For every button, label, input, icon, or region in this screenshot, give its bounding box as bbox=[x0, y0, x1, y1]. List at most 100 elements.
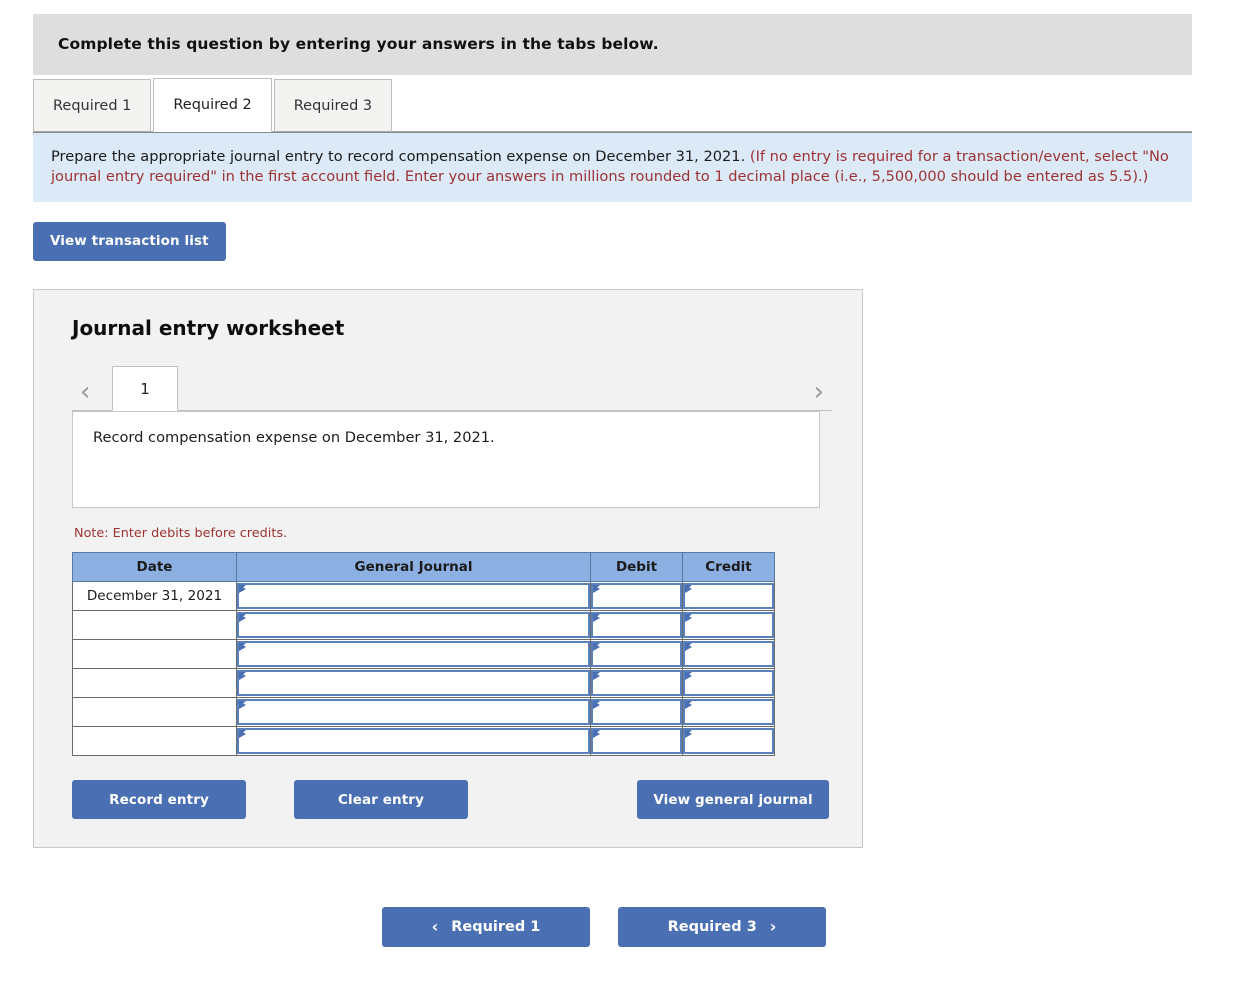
prev-required-button[interactable]: ‹ Required 1 bbox=[382, 907, 590, 947]
cell-credit[interactable] bbox=[682, 697, 775, 727]
cell-general-journal[interactable] bbox=[236, 581, 591, 611]
chevron-right-icon[interactable]: › bbox=[814, 379, 824, 405]
dropdown-marker-icon bbox=[593, 701, 600, 713]
transaction-list-row: View transaction list bbox=[33, 222, 1192, 261]
view-transaction-list-button[interactable]: View transaction list bbox=[33, 222, 226, 261]
dropdown-marker-icon bbox=[593, 643, 600, 655]
table-row bbox=[72, 697, 775, 727]
dropdown-marker-icon bbox=[239, 614, 246, 626]
dropdown-marker-icon bbox=[239, 643, 246, 655]
dropdown-marker-icon bbox=[685, 614, 692, 626]
footer-navigation: ‹ Required 1 Required 3 › bbox=[382, 907, 826, 947]
instructions-lead: Prepare the appropriate journal entry to… bbox=[51, 148, 746, 165]
next-required-button[interactable]: Required 3 › bbox=[618, 907, 826, 947]
tab-required-1[interactable]: Required 1 bbox=[33, 79, 152, 132]
cell-general-journal[interactable] bbox=[236, 639, 591, 669]
general-journal-input[interactable] bbox=[237, 612, 590, 638]
cell-credit[interactable] bbox=[682, 668, 775, 698]
table-row: December 31, 2021 bbox=[72, 581, 775, 611]
debit-input[interactable] bbox=[591, 670, 682, 696]
table-row bbox=[72, 610, 775, 640]
cell-general-journal[interactable] bbox=[236, 668, 591, 698]
next-required-label: Required 3 bbox=[667, 919, 757, 935]
general-journal-input[interactable] bbox=[237, 699, 590, 725]
dropdown-marker-icon bbox=[239, 730, 246, 742]
column-header-date: Date bbox=[72, 552, 237, 582]
credit-input[interactable] bbox=[683, 583, 774, 609]
cell-date bbox=[72, 610, 237, 640]
debits-before-credits-note: Note: Enter debits before credits. bbox=[74, 526, 288, 541]
debit-input[interactable] bbox=[591, 699, 682, 725]
table-row bbox=[72, 639, 775, 669]
cell-credit[interactable] bbox=[682, 639, 775, 669]
cell-debit[interactable] bbox=[590, 697, 683, 727]
dropdown-marker-icon bbox=[239, 701, 246, 713]
credit-input[interactable] bbox=[683, 670, 774, 696]
dropdown-marker-icon bbox=[685, 730, 692, 742]
cell-debit[interactable] bbox=[590, 726, 683, 756]
dropdown-marker-icon bbox=[239, 672, 246, 684]
cell-debit[interactable] bbox=[590, 581, 683, 611]
table-row bbox=[72, 668, 775, 698]
chevron-left-icon: ‹ bbox=[431, 917, 439, 936]
column-header-debit: Debit bbox=[590, 552, 683, 582]
cell-credit[interactable] bbox=[682, 610, 775, 640]
cell-debit[interactable] bbox=[590, 610, 683, 640]
entry-description-box: Record compensation expense on December … bbox=[72, 411, 820, 508]
dropdown-marker-icon bbox=[593, 585, 600, 597]
credit-input[interactable] bbox=[683, 699, 774, 725]
debit-input[interactable] bbox=[591, 612, 682, 638]
page-root: Complete this question by entering your … bbox=[0, 0, 1245, 996]
general-journal-input[interactable] bbox=[237, 670, 590, 696]
clear-entry-button[interactable]: Clear entry bbox=[294, 780, 468, 819]
general-journal-input[interactable] bbox=[237, 583, 590, 609]
cell-credit[interactable] bbox=[682, 581, 775, 611]
debit-input[interactable] bbox=[591, 583, 682, 609]
dropdown-marker-icon bbox=[685, 672, 692, 684]
dropdown-marker-icon bbox=[593, 614, 600, 626]
cell-date bbox=[72, 668, 237, 698]
debit-input[interactable] bbox=[591, 728, 682, 754]
dropdown-marker-icon bbox=[239, 585, 246, 597]
chevron-left-icon[interactable]: ‹ bbox=[80, 379, 90, 405]
cell-general-journal[interactable] bbox=[236, 726, 591, 756]
dropdown-marker-icon bbox=[593, 730, 600, 742]
debit-input[interactable] bbox=[591, 641, 682, 667]
worksheet-pager: ‹ 1 › bbox=[72, 366, 832, 411]
journal-entry-table: Date General Journal Debit Credit Decemb… bbox=[72, 552, 775, 756]
tab-required-3[interactable]: Required 3 bbox=[273, 79, 393, 132]
pager-baseline bbox=[72, 410, 832, 411]
tab-list: Required 1 Required 2 Required 3 bbox=[33, 78, 394, 132]
journal-entry-worksheet-panel: Journal entry worksheet ‹ 1 › Record com… bbox=[33, 289, 863, 848]
credit-input[interactable] bbox=[683, 728, 774, 754]
cell-debit[interactable] bbox=[590, 668, 683, 698]
dropdown-marker-icon bbox=[685, 701, 692, 713]
cell-date bbox=[72, 639, 237, 669]
credit-input[interactable] bbox=[683, 612, 774, 638]
general-journal-input[interactable] bbox=[237, 641, 590, 667]
credit-input[interactable] bbox=[683, 641, 774, 667]
question-banner: Complete this question by entering your … bbox=[33, 14, 1192, 75]
dropdown-marker-icon bbox=[685, 643, 692, 655]
worksheet-title: Journal entry worksheet bbox=[72, 316, 345, 340]
cell-date: December 31, 2021 bbox=[72, 581, 237, 611]
dropdown-marker-icon bbox=[685, 585, 692, 597]
cell-general-journal[interactable] bbox=[236, 610, 591, 640]
worksheet-action-row: Record entry Clear entry View general jo… bbox=[72, 780, 832, 819]
instructions-panel: Prepare the appropriate journal entry to… bbox=[33, 132, 1192, 202]
table-row bbox=[72, 726, 775, 756]
cell-date bbox=[72, 726, 237, 756]
cell-debit[interactable] bbox=[590, 639, 683, 669]
worksheet-page-tab-1[interactable]: 1 bbox=[112, 366, 178, 411]
general-journal-input[interactable] bbox=[237, 728, 590, 754]
prev-required-label: Required 1 bbox=[451, 919, 541, 935]
column-header-general-journal: General Journal bbox=[236, 552, 591, 582]
tab-required-2[interactable]: Required 2 bbox=[153, 78, 272, 132]
cell-credit[interactable] bbox=[682, 726, 775, 756]
view-general-journal-button[interactable]: View general journal bbox=[637, 780, 829, 819]
record-entry-button[interactable]: Record entry bbox=[72, 780, 246, 819]
cell-general-journal[interactable] bbox=[236, 697, 591, 727]
content-column: Complete this question by entering your … bbox=[33, 14, 1192, 848]
dropdown-marker-icon bbox=[593, 672, 600, 684]
table-header-row: Date General Journal Debit Credit bbox=[72, 552, 775, 582]
